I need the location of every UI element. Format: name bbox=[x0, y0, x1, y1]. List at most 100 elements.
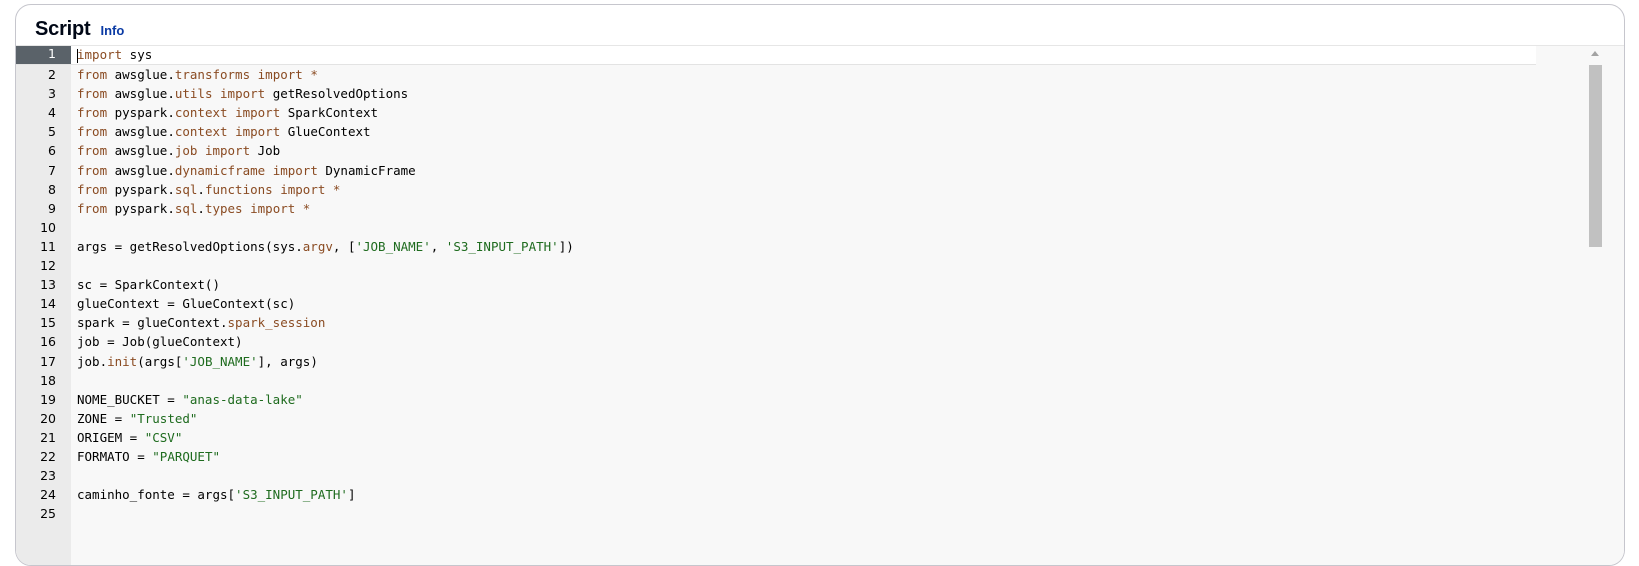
line-number: 10 bbox=[40, 219, 56, 235]
code-token: import bbox=[220, 86, 266, 102]
line-number: 12 bbox=[40, 258, 56, 274]
code-token: from bbox=[77, 124, 108, 140]
code-line[interactable]: 22 FORMATO = "PARQUET" bbox=[16, 447, 1536, 466]
code-line[interactable]: 16 job = Job(glueContext) bbox=[16, 332, 1536, 351]
code-text: job.init(args['JOB_NAME'], args) bbox=[77, 352, 318, 371]
code-line[interactable]: 9 from pyspark.sql.types import * bbox=[16, 199, 1536, 218]
code-token: import bbox=[250, 200, 296, 216]
code-token: GlueContext bbox=[280, 124, 371, 140]
code-token: import bbox=[235, 124, 281, 140]
code-token: sql bbox=[174, 181, 198, 197]
code-token: pyspark. bbox=[107, 200, 175, 216]
code-token: import bbox=[272, 162, 318, 178]
info-link[interactable]: Info bbox=[100, 23, 124, 38]
code-token: context bbox=[174, 124, 228, 140]
code-token: args = getResolvedOptions(sys. bbox=[77, 238, 303, 254]
line-number: 6 bbox=[48, 143, 56, 159]
code-token: sys bbox=[122, 47, 153, 62]
line-number: 23 bbox=[40, 468, 56, 484]
code-token: 'S3_INPUT_PATH' bbox=[445, 238, 559, 254]
code-line[interactable]: 5 from awsglue.context import GlueContext bbox=[16, 122, 1536, 141]
code-token: awsglue. bbox=[107, 86, 175, 102]
code-token: utils bbox=[174, 86, 213, 102]
code-token: from bbox=[77, 200, 108, 216]
code-token: pyspark. bbox=[107, 105, 175, 121]
code-token: DynamicFrame bbox=[317, 162, 416, 178]
code-line[interactable]: 15 spark = glueContext.spark_session bbox=[16, 313, 1536, 332]
code-line[interactable]: 23 bbox=[16, 466, 1536, 485]
code-token: job bbox=[174, 143, 198, 159]
code-line[interactable]: 8 from pyspark.sql.functions import * bbox=[16, 180, 1536, 199]
code-token: job. bbox=[77, 353, 108, 369]
code-token: "PARQUET" bbox=[152, 448, 220, 464]
code-line[interactable]: 4 from pyspark.context import SparkContex… bbox=[16, 103, 1536, 122]
code-line[interactable]: 14 glueContext = GlueContext(sc) bbox=[16, 294, 1536, 313]
code-token: getResolvedOptions bbox=[265, 86, 409, 102]
code-text: from awsglue.transforms import * bbox=[77, 65, 318, 84]
code-line[interactable]: 3 from awsglue.utils import getResolvedOp… bbox=[16, 84, 1536, 103]
code-line[interactable]: 20 ZONE = "Trusted" bbox=[16, 409, 1536, 428]
code-text: sc = SparkContext() bbox=[77, 275, 220, 294]
code-line[interactable]: 7 from awsglue.dynamicframe import Dynami… bbox=[16, 161, 1536, 180]
code-line[interactable]: 25 bbox=[16, 504, 1536, 523]
code-token: SparkContext bbox=[280, 105, 379, 121]
line-number: 15 bbox=[40, 315, 56, 331]
code-token: pyspark. bbox=[107, 181, 175, 197]
code-token: * bbox=[295, 200, 311, 216]
code-token: sql bbox=[174, 200, 198, 216]
code-token: ], args) bbox=[257, 353, 318, 369]
code-token: NOME_BUCKET = bbox=[77, 391, 183, 407]
code-token: "CSV" bbox=[144, 429, 183, 445]
line-number: 7 bbox=[48, 162, 56, 178]
scrollbar-thumb[interactable] bbox=[1589, 65, 1602, 247]
line-number: 3 bbox=[48, 86, 56, 102]
line-number: 25 bbox=[40, 506, 56, 522]
code-text: import sys bbox=[77, 46, 152, 64]
code-token: from bbox=[77, 143, 108, 159]
code-line[interactable]: 18 bbox=[16, 371, 1536, 390]
code-token: * bbox=[325, 181, 341, 197]
line-number: 24 bbox=[40, 487, 56, 503]
code-token: spark_session bbox=[227, 315, 326, 331]
code-line[interactable]: 24 caminho_fonte = args['S3_INPUT_PATH'] bbox=[16, 485, 1536, 504]
code-line[interactable]: 11 args = getResolvedOptions(sys.argv, ['… bbox=[16, 237, 1536, 256]
code-editor[interactable]: 1 import sys 2 from awsglue.transforms impo… bbox=[16, 45, 1624, 565]
code-text: from awsglue.dynamicframe import Dynamic… bbox=[77, 161, 416, 180]
code-token: ]) bbox=[558, 238, 574, 254]
scroll-up-arrow-icon[interactable] bbox=[1591, 51, 1599, 56]
code-token: sc = SparkContext() bbox=[77, 277, 220, 293]
code-text: from pyspark.sql.functions import * bbox=[77, 180, 340, 199]
code-token: "Trusted" bbox=[129, 410, 198, 426]
line-number: 22 bbox=[40, 448, 56, 464]
line-number: 11 bbox=[40, 238, 56, 254]
code-token: "anas-data-lake" bbox=[182, 391, 303, 407]
code-line[interactable]: 19 NOME_BUCKET = "anas-data-lake" bbox=[16, 390, 1536, 409]
code-token: init bbox=[107, 353, 138, 369]
code-token: from bbox=[77, 162, 108, 178]
code-line[interactable]: 21 ORIGEM = "CSV" bbox=[16, 428, 1536, 447]
code-line[interactable]: 6 from awsglue.job import Job bbox=[16, 141, 1536, 160]
code-token: job = Job(glueContext) bbox=[77, 334, 243, 350]
code-token: glueContext = GlueContext(sc) bbox=[77, 296, 296, 312]
code-token: import bbox=[235, 105, 281, 121]
code-token: spark = glueContext. bbox=[77, 315, 228, 331]
code-text: NOME_BUCKET = "anas-data-lake" bbox=[77, 390, 303, 409]
code-line[interactable]: 13 sc = SparkContext() bbox=[16, 275, 1536, 294]
code-token: * bbox=[302, 67, 318, 83]
code-line[interactable]: 17 job.init(args['JOB_NAME'], args) bbox=[16, 352, 1536, 371]
line-number: 21 bbox=[40, 429, 56, 445]
code-text: caminho_fonte = args['S3_INPUT_PATH'] bbox=[77, 485, 355, 504]
code-line[interactable]: 12 bbox=[16, 256, 1536, 275]
code-token: from bbox=[77, 67, 108, 83]
code-token: awsglue. bbox=[107, 124, 175, 140]
code-token: dynamicframe bbox=[174, 162, 266, 178]
vertical-scrollbar[interactable] bbox=[1589, 51, 1602, 565]
code-token: 'S3_INPUT_PATH' bbox=[235, 487, 348, 503]
code-line[interactable]: 1 import sys bbox=[16, 46, 1536, 66]
code-line[interactable]: 10 bbox=[16, 218, 1536, 237]
code-token: import bbox=[77, 47, 123, 62]
code-line[interactable]: 2 from awsglue.transforms import * bbox=[16, 65, 1536, 84]
code-token: from bbox=[77, 86, 108, 102]
